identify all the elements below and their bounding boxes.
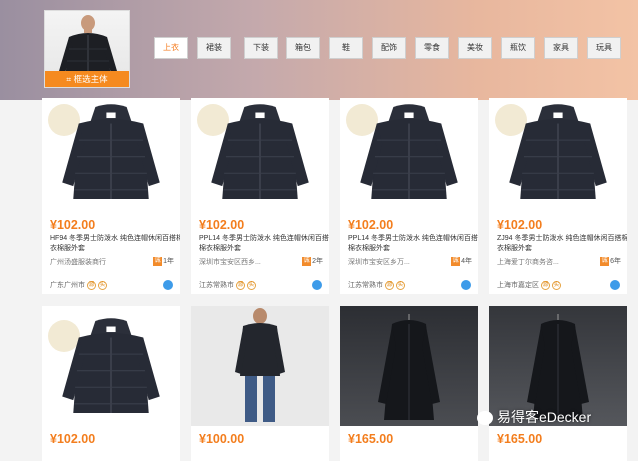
years-badge: 诚 4年 [451, 256, 472, 266]
product-card[interactable]: ¥165.00 [489, 306, 627, 461]
product-title[interactable]: HF94 冬季男士防泼水 纯色连帽休闲百搭棉衣棉服外套 [50, 234, 180, 254]
location: 江苏常熟市源实 [348, 280, 405, 290]
source-badge-icon: 源 [87, 280, 96, 290]
source-badge-icon: 源 [385, 280, 394, 290]
main-image[interactable]: ⌗ 框选主体 [44, 10, 130, 88]
years-badge: 诚 2年 [302, 256, 323, 266]
product-card[interactable]: ¥102.00 PPL14 冬季男士防泼水 纯色连帽休闲百搭棉衣棉服外套 深圳市… [340, 98, 478, 294]
source-badge-icon: 源 [541, 280, 550, 290]
tab-tops[interactable]: 上衣 [154, 37, 188, 59]
location-label: 江苏常熟市 [199, 282, 234, 289]
location: 上海市嘉定区源实 [497, 280, 561, 290]
jacket-image-icon [61, 103, 161, 200]
tab-snacks[interactable]: 零食 [415, 37, 449, 59]
verified-badge-icon: 实 [396, 280, 405, 290]
price: ¥165.00 [497, 432, 543, 446]
crop-subject-label: 框选主体 [73, 74, 108, 84]
long-coat-icon [378, 314, 440, 420]
jacket-image-icon [61, 317, 161, 414]
jacket-image-icon [359, 103, 459, 200]
model-photo-icon [235, 308, 285, 422]
crop-icon: ⌗ [66, 74, 74, 84]
tab-beauty[interactable]: 美妆 [458, 37, 492, 59]
product-title[interactable]: ZJ94 冬季男士防泼水 纯色连帽休闲百搭棉衣棉服外套 [497, 234, 627, 254]
price: ¥102.00 [50, 432, 96, 446]
location: 广东广州市源实 [50, 280, 107, 290]
years-icon: 诚 [153, 256, 163, 266]
years-badge: 诚 1年 [153, 256, 174, 266]
verified-badge-icon: 实 [247, 280, 256, 290]
product-card[interactable]: ¥102.00 PPL14 冬季男士防泼水 纯色连帽休闲百搭棉衣棉服外套 深圳市… [191, 98, 329, 294]
years-label: 1年 [163, 258, 174, 265]
tab-furniture[interactable]: 家具 [544, 37, 578, 59]
jacket-image-icon [210, 103, 310, 200]
tab-drinks[interactable]: 瓶饮 [501, 37, 535, 59]
shop-name[interactable]: 深圳市宝安区西乡... [199, 257, 261, 267]
tab-accessories[interactable]: 配饰 [372, 37, 406, 59]
product-title[interactable]: PPL14 冬季男士防泼水 纯色连帽休闲百搭棉衣棉服外套 [199, 234, 329, 254]
tab-shoes[interactable]: 鞋 [329, 37, 363, 59]
product-card[interactable]: ¥165.00 [340, 306, 478, 461]
location: 江苏常熟市源实 [199, 280, 256, 290]
years-label: 2年 [312, 258, 323, 265]
years-label: 6年 [610, 258, 621, 265]
product-card[interactable]: ¥102.00 [42, 306, 180, 461]
jacket-image-icon [508, 103, 608, 200]
crop-subject-button[interactable]: ⌗ 框选主体 [45, 71, 129, 87]
verified-badge-icon: 实 [552, 280, 561, 290]
location-label: 广东广州市 [50, 282, 85, 289]
location-label: 上海市嘉定区 [497, 282, 539, 289]
price: ¥100.00 [199, 432, 245, 446]
tab-bottoms[interactable]: 下装 [244, 37, 278, 59]
watermark: 易得客eDecker [477, 407, 591, 431]
product-title[interactable]: PPL14 冬季男士防泼水 纯色连帽休闲百搭棉衣棉服外套 [348, 234, 478, 254]
product-card[interactable]: ¥102.00 ZJ94 冬季男士防泼水 纯色连帽休闲百搭棉衣棉服外套 上海爱丁… [489, 98, 627, 294]
years-label: 4年 [461, 258, 472, 265]
wechat-icon [477, 411, 493, 426]
product-card[interactable]: ¥100.00 [191, 306, 329, 461]
location-label: 江苏常熟市 [348, 282, 383, 289]
watermark-label: 易得客eDecker [497, 409, 592, 425]
shop-name[interactable]: 深圳市宝安区乡万... [348, 257, 410, 267]
years-icon: 诚 [600, 256, 610, 266]
years-icon: 诚 [302, 256, 312, 266]
tab-bags[interactable]: 箱包 [286, 37, 320, 59]
shop-name[interactable]: 上海爱丁尔商务咨... [497, 257, 559, 267]
chat-icon[interactable] [163, 280, 173, 290]
shop-name[interactable]: 广州汤盛服装商行 [50, 257, 106, 267]
chat-icon[interactable] [461, 280, 471, 290]
years-icon: 诚 [451, 256, 461, 266]
chat-icon[interactable] [610, 280, 620, 290]
price: ¥102.00 [199, 218, 245, 232]
tab-dresses[interactable]: 裙装 [197, 37, 231, 59]
source-badge-icon: 源 [236, 280, 245, 290]
chat-icon[interactable] [312, 280, 322, 290]
verified-badge-icon: 实 [98, 280, 107, 290]
price: ¥102.00 [50, 218, 96, 232]
years-badge: 诚 6年 [600, 256, 621, 266]
price: ¥102.00 [497, 218, 543, 232]
product-card[interactable]: ¥102.00 HF94 冬季男士防泼水 纯色连帽休闲百搭棉衣棉服外套 广州汤盛… [42, 98, 180, 294]
tab-toys[interactable]: 玩具 [587, 37, 621, 59]
price: ¥102.00 [348, 218, 394, 232]
price: ¥165.00 [348, 432, 394, 446]
